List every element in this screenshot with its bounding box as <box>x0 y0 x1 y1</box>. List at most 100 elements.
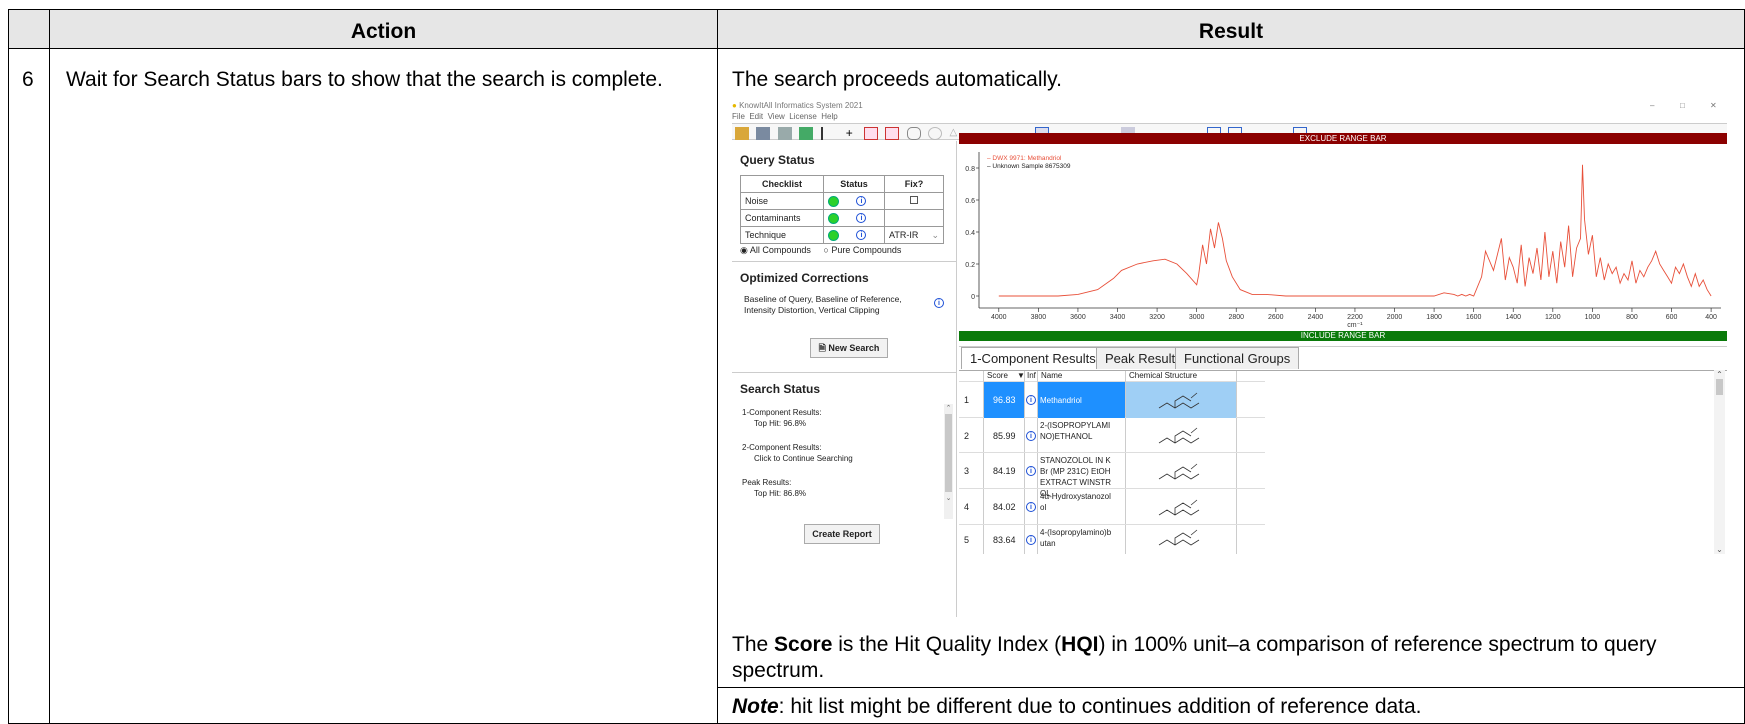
row-rank: 4 <box>964 502 970 512</box>
new-search-button[interactable]: 🗎 New Search <box>810 338 888 358</box>
app-title-bar: ● KnowItAll Informatics System 2021 – □ … <box>732 101 1727 112</box>
ok-icon <box>827 212 839 224</box>
x-tick-label: 1200 <box>1545 314 1561 321</box>
technique-select[interactable]: ATR-IR ⌄ <box>884 226 944 244</box>
x-tick-label: 3200 <box>1149 314 1165 321</box>
x-axis-label: cm⁻¹ <box>1347 322 1363 329</box>
table-row[interactable]: 3 84.19 i STANOZOLOL IN KBr (MP 231C) EtOH … <box>959 453 1265 498</box>
status-scrollbar[interactable]: ⌃ ⌄ <box>944 404 953 519</box>
scroll-down-icon[interactable]: ⌄ <box>1714 545 1725 554</box>
result-header: Result <box>1198 20 1264 43</box>
row-rank: 5 <box>964 535 970 545</box>
info-icon[interactable]: i <box>856 213 867 224</box>
scroll-up-icon[interactable]: ⌃ <box>944 404 953 412</box>
radio-all-compounds[interactable]: ◉ All Compounds <box>740 245 811 255</box>
table-row[interactable]: 5 83.64 i 4-(Isopropylamino)butan <box>959 525 1265 554</box>
row-rank: 3 <box>964 466 970 476</box>
table-row[interactable]: 4 84.02 i 4α-Hydroxystanozolol <box>959 489 1265 525</box>
results-scrollbar[interactable]: ⌃ ⌄ <box>1714 370 1725 554</box>
zoom-icon[interactable] <box>928 127 943 141</box>
info-icon[interactable]: i <box>856 196 867 207</box>
paste-icon[interactable] <box>777 127 792 141</box>
include-range-bar[interactable]: INCLUDE RANGE BAR <box>959 331 1727 341</box>
step-number: 6 <box>22 68 34 91</box>
info-icon[interactable]: i <box>1026 466 1036 476</box>
y-tick-label: 0 <box>971 294 975 301</box>
result-intro: The search proceeds automatically. <box>732 68 1062 91</box>
crosshair-icon[interactable]: + <box>842 127 856 140</box>
window-minimize-button[interactable]: – <box>1650 101 1654 110</box>
status-line-title: 1-Component Results: <box>742 408 822 417</box>
x-tick-label: 1000 <box>1585 314 1601 321</box>
noise-fix-checkbox[interactable] <box>910 196 918 204</box>
info-icon[interactable]: i <box>1026 535 1036 545</box>
x-tick-label: 3800 <box>1031 314 1047 321</box>
x-tick-label: 800 <box>1626 314 1638 321</box>
table-row[interactable]: 2 85.99 i 2-(ISOPROPYLAMINO)ETHANOL <box>959 418 1265 453</box>
info-icon[interactable]: i <box>1026 395 1036 405</box>
step-column <box>8 9 50 724</box>
continue-searching-link[interactable]: Click to Continue Searching <box>742 453 942 464</box>
menu-license[interactable]: License <box>789 112 817 121</box>
corrections-info-icon[interactable]: i <box>934 298 944 308</box>
menu-view[interactable]: View <box>768 112 785 121</box>
menu-edit[interactable]: Edit <box>749 112 763 121</box>
search-status-heading: Search Status <box>740 382 821 396</box>
info-icon[interactable]: i <box>1026 502 1036 512</box>
row-name: 4-(Isopropylamino)butan <box>1040 528 1112 548</box>
note-label: Note <box>732 695 779 718</box>
section-divider <box>732 372 956 373</box>
row-score: 84.02 <box>993 502 1016 512</box>
row-score: 84.19 <box>993 466 1016 476</box>
y-tick-label: 0.4 <box>965 230 975 237</box>
menu-bar: File Edit View License Help <box>732 112 838 121</box>
menu-file[interactable]: File <box>732 112 745 121</box>
image-icon[interactable] <box>799 127 814 141</box>
x-tick-label: 3400 <box>1110 314 1126 321</box>
pointer-icon[interactable] <box>820 127 835 141</box>
ok-icon <box>827 229 839 241</box>
scroll-up-icon[interactable]: ⌃ <box>1714 370 1725 379</box>
row-rank: 2 <box>964 431 970 441</box>
scroll-thumb[interactable] <box>945 414 952 492</box>
y-tick-label: 0.2 <box>965 262 975 269</box>
checklist-contaminants: Contaminants <box>740 209 824 227</box>
create-report-button[interactable]: Create Report <box>804 524 880 544</box>
legend-reference: – DWX 9971: Methandriol <box>987 155 1062 162</box>
score-paragraph: The Score is the Hit Quality Index (HQI)… <box>732 632 1732 683</box>
col-status: Status <box>822 175 886 193</box>
action-column <box>49 9 718 724</box>
tab-functional-groups[interactable]: Functional Groups <box>1175 347 1300 369</box>
scroll-down-icon[interactable]: ⌄ <box>944 494 953 502</box>
tab-1-component-results[interactable]: 1-Component Results <box>961 347 1105 369</box>
y-tick-label: 0.8 <box>965 166 975 173</box>
action-header: Action <box>350 20 417 43</box>
window-maximize-button[interactable]: □ <box>1680 101 1685 110</box>
row-name: Methandriol <box>1040 396 1082 405</box>
row-name: 2-(ISOPROPYLAMINO)ETHANOL <box>1040 421 1111 441</box>
spectrum-red-icon[interactable] <box>863 127 878 141</box>
radio-pure-compounds[interactable]: ○ Pure Compounds <box>823 245 901 255</box>
info-icon[interactable]: i <box>1026 431 1036 441</box>
scroll-thumb[interactable] <box>1716 379 1723 395</box>
info-icon[interactable]: i <box>856 230 867 241</box>
hand-icon[interactable] <box>906 127 921 141</box>
chemical-structure-icon <box>1158 529 1200 546</box>
menu-help[interactable]: Help <box>821 112 837 121</box>
spectrum-chart[interactable]: 0 0.2 0.4 0.6 0.8 4000 3800 3600 3400 3200 3000 280… <box>959 144 1727 331</box>
app-title: KnowItAll Informatics System 2021 <box>739 101 863 110</box>
x-tick-label: 2000 <box>1387 314 1403 321</box>
header-divider <box>8 48 1745 49</box>
x-tick-label: 1600 <box>1466 314 1482 321</box>
spectrum-red2-icon[interactable] <box>885 127 900 141</box>
open-icon[interactable] <box>735 127 749 141</box>
window-close-button[interactable]: ✕ <box>1710 101 1717 110</box>
chevron-down-icon: ⌄ <box>931 229 939 240</box>
table-row[interactable]: 1 96.83 i Methandriol <box>959 382 1265 418</box>
exclude-range-bar[interactable]: EXCLUDE RANGE BAR <box>959 133 1727 144</box>
score-prefix: The <box>732 633 775 656</box>
x-tick-label: 3000 <box>1189 314 1205 321</box>
app-bulb-icon: ● <box>732 101 737 110</box>
copy-icon[interactable] <box>756 127 771 141</box>
col-fix: Fix? <box>884 175 944 193</box>
